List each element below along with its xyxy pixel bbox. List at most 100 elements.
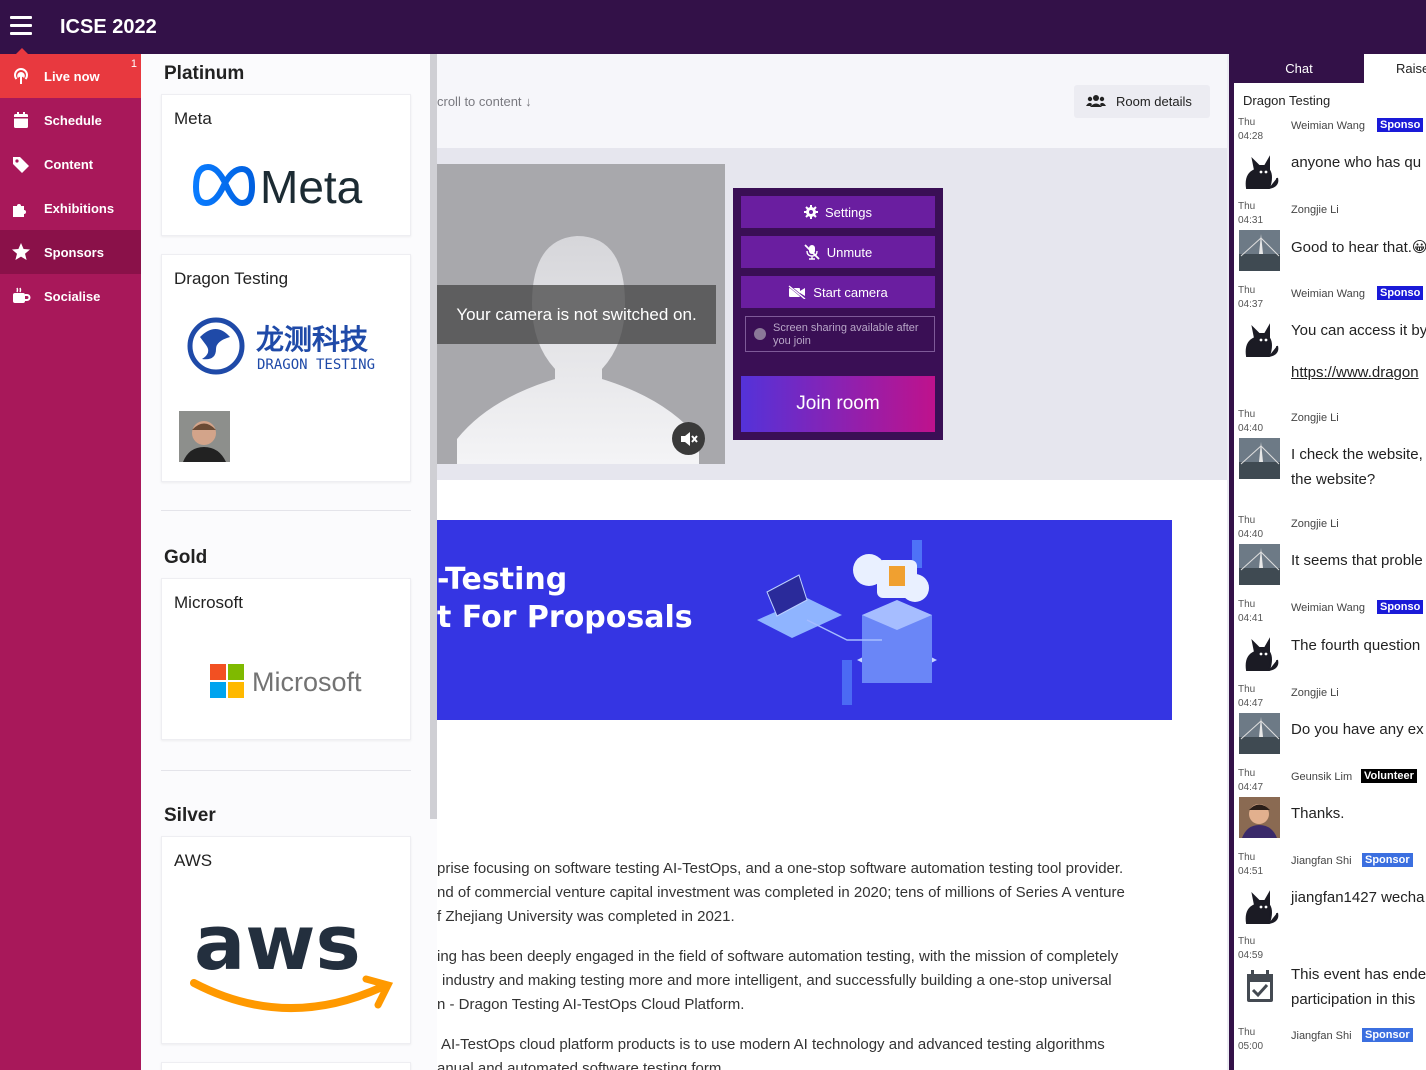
message-text: I check the website,: [1291, 446, 1423, 463]
dragon-testing-logo: 龙测科技 DRAGON TESTING: [187, 317, 375, 375]
message-text: anyone who has qu: [1291, 154, 1422, 171]
message-author: Zongjie Li: [1291, 412, 1339, 424]
sponsor-banner: -Testing t For Proposals: [437, 520, 1172, 720]
message-link[interactable]: https://www.dragon: [1291, 364, 1419, 381]
chat-room-name: Dragon Testing: [1243, 93, 1331, 108]
message-timestamp: Thu 04:40: [1238, 409, 1264, 434]
avatar[interactable]: [179, 411, 230, 462]
nav-item-schedule[interactable]: Schedule: [0, 98, 141, 142]
calendar-icon: [14, 112, 28, 128]
sponsor-card-microsoft[interactable]: Microsoft Microsoft: [161, 578, 411, 740]
nav-item-content[interactable]: Content: [0, 142, 141, 186]
message-text: It seems that proble: [1291, 552, 1423, 569]
tab-raise-hand[interactable]: Raise: [1396, 61, 1426, 76]
avatar: [1239, 713, 1280, 754]
svg-text:Microsoft: Microsoft: [252, 667, 362, 697]
nav-label: Exhibitions: [44, 200, 115, 216]
cloud-server-illustration: [757, 540, 937, 705]
join-room-button[interactable]: Join room: [741, 376, 935, 432]
main-content: croll to content ↓ Room details Your cam…: [437, 54, 1227, 1070]
unmute-button[interactable]: Unmute: [741, 236, 935, 268]
sponsor-tag: Sponso: [1377, 118, 1424, 132]
gear-icon: [804, 205, 818, 219]
coffee-icon: [13, 287, 31, 303]
app-title: ICSE 2022: [60, 16, 157, 38]
message-author: Jiangfan Shi: [1291, 855, 1352, 867]
message-author: Jiangfan Shi: [1291, 1030, 1352, 1042]
message-author: Weimian Wang: [1291, 602, 1365, 614]
tab-chat[interactable]: Chat: [1234, 54, 1364, 83]
star-icon: [12, 243, 30, 260]
sponsor-card-dragon-testing[interactable]: Dragon Testing 龙测科技 DRAGON TESTING: [161, 254, 411, 482]
message-timestamp: Thu 04:28: [1238, 117, 1264, 142]
about-paragraph-line: industry and making testing more and mor…: [442, 972, 1112, 989]
camera-off-icon: [788, 285, 807, 299]
room-header: croll to content ↓ Room details: [437, 54, 1227, 148]
left-nav: Live now 1 Schedule Content Exhibitions …: [0, 48, 141, 1070]
tier-title-silver: Silver: [164, 805, 216, 826]
sponsor-card-meta[interactable]: Meta Meta: [161, 94, 411, 236]
nav-label: Socialise: [44, 288, 101, 304]
nav-item-socialise[interactable]: Socialise: [0, 274, 141, 318]
about-paragraph-line: prise focusing on software testing AI-Te…: [437, 860, 1124, 877]
scrollbar[interactable]: [430, 54, 437, 819]
cat-avatar-icon: [1245, 323, 1279, 357]
message-text: The fourth question: [1291, 637, 1421, 654]
message-text: Good to hear that.😀: [1291, 239, 1426, 256]
nav-item-exhibitions[interactable]: Exhibitions: [0, 186, 141, 230]
tier-divider: [161, 770, 411, 771]
cat-avatar-icon: [1245, 637, 1279, 671]
menu-icon[interactable]: [10, 16, 32, 36]
video-stage: Your camera is not switched on. Settings…: [437, 148, 1227, 480]
message-text: Thanks.: [1291, 805, 1345, 822]
about-paragraph-line: n - Dragon Testing AI-TestOps Cloud Plat…: [437, 996, 745, 1013]
message-timestamp: Thu 04:31: [1238, 201, 1264, 226]
svg-text:aws: aws: [194, 898, 361, 987]
tag-icon: [13, 157, 29, 173]
about-paragraph-line: nd of commercial venture capital investm…: [437, 884, 1125, 901]
sponsor-name: Dragon Testing: [174, 269, 289, 288]
nav-item-sponsors[interactable]: Sponsors: [0, 230, 141, 274]
top-bar: ICSE 2022: [0, 0, 1426, 54]
nav-label: Live now: [44, 68, 100, 84]
message-author: Geunsik Lim: [1291, 771, 1353, 783]
settings-button[interactable]: Settings: [741, 196, 935, 228]
banner-line-2: t For Proposals: [437, 600, 693, 635]
message-timestamp: Thu 04:47: [1238, 768, 1264, 793]
message-timestamp: Thu 04:37: [1238, 285, 1264, 310]
message-timestamp: Thu 05:00: [1238, 1027, 1264, 1052]
tier-title-platinum: Platinum: [164, 63, 245, 84]
avatar: [1239, 797, 1280, 838]
microsoft-logo: Microsoft: [210, 664, 362, 698]
scroll-to-content-link[interactable]: croll to content ↓: [437, 94, 532, 109]
nav-badge: 1: [130, 58, 137, 70]
sponsors-panel: Platinum Meta Meta Dragon Testing 龙测科技 D…: [141, 54, 437, 1070]
sponsor-card[interactable]: [161, 1062, 411, 1070]
start-camera-button[interactable]: Start camera: [741, 276, 935, 308]
join-controls: Settings Unmute Start camera Screen shar…: [733, 188, 943, 440]
sponsor-name: Meta: [174, 109, 212, 128]
message-text: This event has ende: [1291, 966, 1426, 983]
cat-avatar-icon: [1245, 890, 1279, 924]
tier-title-gold: Gold: [164, 547, 208, 568]
check-circle-icon: [754, 328, 766, 340]
nav-item-live-now[interactable]: Live now 1: [0, 48, 141, 98]
room-details-button[interactable]: Room details: [1074, 85, 1210, 118]
about-paragraph-line: f Zhejiang University was completed in 2…: [437, 908, 735, 925]
message-author: Zongjie Li: [1291, 687, 1339, 699]
volunteer-tag: Volunteer: [1361, 769, 1417, 783]
calendar-check-icon: [1247, 970, 1273, 1002]
message-author: Weimian Wang: [1291, 288, 1365, 300]
muted-icon: [672, 422, 705, 455]
cat-avatar-icon: [1245, 155, 1279, 189]
message-text: participation in this: [1291, 991, 1416, 1008]
message-author: Zongjie Li: [1291, 204, 1339, 216]
aws-logo: aws: [190, 898, 394, 1013]
message-timestamp: Thu 04:41: [1238, 599, 1264, 624]
sponsor-card-aws[interactable]: AWS aws: [161, 836, 411, 1044]
message-timestamp: Thu 04:47: [1238, 684, 1264, 709]
avatar: [1239, 544, 1280, 585]
message-author: Zongjie Li: [1291, 518, 1339, 530]
avatar: [1239, 438, 1280, 479]
puzzle-icon: [13, 204, 26, 217]
